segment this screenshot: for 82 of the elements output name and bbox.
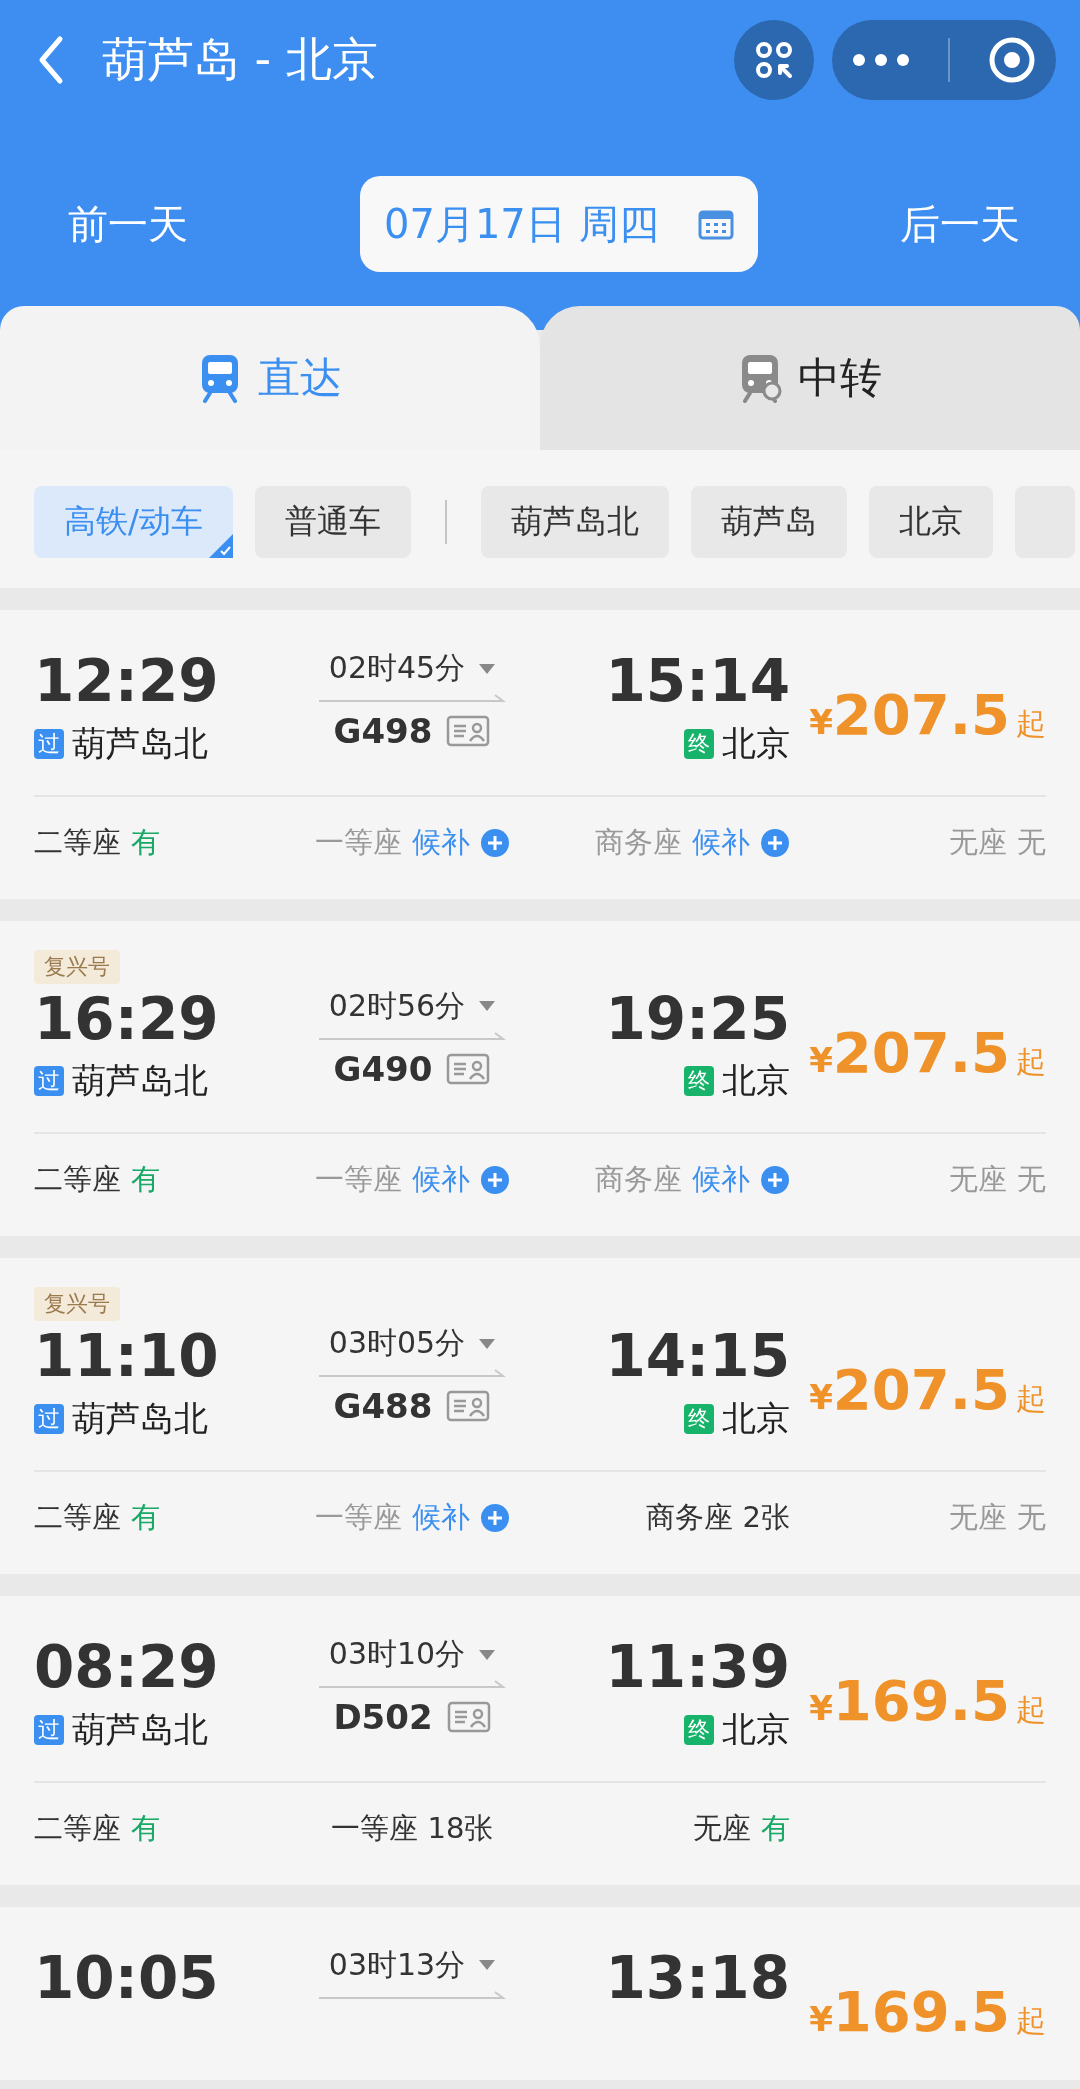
- train-tag: 复兴号: [34, 949, 120, 984]
- departure-station: 葫芦岛北: [72, 721, 208, 765]
- seat-availability: 二等座 有: [34, 1161, 161, 1199]
- duration[interactable]: 03时10分: [328, 1634, 496, 1676]
- seat-availability: 一等座 候补: [314, 822, 510, 863]
- caret-icon: [479, 663, 496, 674]
- plus-icon[interactable]: [760, 827, 790, 858]
- terminal-badge: 终: [684, 1066, 714, 1097]
- price: ¥169.5 起: [808, 1978, 1046, 2044]
- scan-icon: [754, 40, 794, 80]
- departure-station: 葫芦岛北: [72, 1059, 208, 1103]
- duration[interactable]: 03时05分: [328, 1323, 496, 1365]
- departure-time: 16:29: [34, 985, 220, 1053]
- arrival-time: 19:25: [605, 985, 790, 1053]
- id-card-icon: [446, 1052, 491, 1085]
- duration[interactable]: 03时13分: [328, 1944, 496, 1986]
- terminal-badge: 终: [684, 728, 714, 759]
- train-number: G498: [333, 711, 433, 751]
- seat-availability: 商务座 候补: [595, 822, 790, 863]
- arrival-time: 14:15: [605, 1323, 790, 1391]
- more-icon[interactable]: [850, 53, 911, 67]
- departure-time: 12:29: [34, 648, 220, 715]
- caret-icon: [479, 1338, 496, 1349]
- seat-availability: 一等座 候补: [314, 1498, 510, 1539]
- filter-chip[interactable]: 葫芦岛: [690, 486, 847, 558]
- filter-chip[interactable]: 葫芦岛北: [480, 486, 669, 558]
- plus-icon[interactable]: [479, 1503, 510, 1534]
- caret-icon: [479, 1960, 496, 1971]
- seat-availability: 二等座 有: [34, 1499, 161, 1537]
- seat-availability: 一等座 候补: [314, 1160, 510, 1201]
- pass-badge: 过: [34, 1404, 64, 1435]
- seat-availability: 商务座 候补: [595, 1160, 790, 1201]
- filter-chip[interactable]: 北京: [868, 486, 993, 558]
- departure-station: 葫芦岛北: [72, 1397, 208, 1441]
- seat-availability: 无座 无: [949, 1499, 1046, 1537]
- pass-badge: 过: [34, 1066, 64, 1097]
- departure-station: 葫芦岛北: [72, 1707, 208, 1751]
- duration[interactable]: 02时56分: [328, 985, 496, 1027]
- departure-time: 11:10: [34, 1323, 220, 1391]
- arrival-time: 11:39: [605, 1634, 790, 1701]
- seat-availability: 一等座 18张: [330, 1809, 494, 1847]
- arrival-time: 13:18: [605, 1944, 790, 2012]
- seat-availability: 商务座 2张: [645, 1499, 790, 1537]
- price: ¥207.5 起: [808, 682, 1046, 747]
- duration[interactable]: 02时45分: [328, 648, 496, 689]
- plus-icon[interactable]: [479, 827, 510, 858]
- plus-icon[interactable]: [479, 1165, 510, 1196]
- seat-availability: 二等座 有: [34, 823, 161, 861]
- seat-availability: 无座 无: [949, 1161, 1046, 1199]
- price: ¥207.5 起: [808, 1019, 1046, 1085]
- train-number: G488: [333, 1386, 433, 1427]
- tab[interactable]: 中转: [540, 306, 1080, 450]
- pass-badge: 过: [34, 728, 64, 759]
- page-title: 葫芦岛 - 北京: [102, 31, 378, 88]
- arrival-station: 北京: [722, 721, 790, 765]
- train-tag: 复兴号: [34, 1287, 120, 1322]
- seat-availability: 无座 无: [949, 823, 1046, 861]
- filter-chip[interactable]: 普通车: [254, 486, 411, 558]
- price: ¥169.5 起: [808, 1668, 1046, 1734]
- arrival-station: 北京: [722, 1059, 790, 1103]
- caret-icon: [479, 1001, 496, 1012]
- arrival-station: 北京: [722, 1397, 790, 1441]
- id-card-icon: [446, 1701, 491, 1734]
- train-number: D502: [333, 1697, 433, 1738]
- price: ¥207.5 起: [808, 1357, 1046, 1423]
- caret-icon: [479, 1649, 496, 1660]
- id-card-icon: [446, 1390, 491, 1423]
- arrival-station: 北京: [722, 1707, 790, 1751]
- pass-badge: 过: [34, 1714, 64, 1745]
- departure-time: 08:29: [34, 1634, 220, 1701]
- calendar-icon: [698, 208, 734, 240]
- seat-availability: 无座 有: [693, 1809, 790, 1847]
- departure-time: 10:05: [34, 1944, 220, 2012]
- terminal-badge: 终: [684, 1714, 714, 1745]
- train-card[interactable]: 10:05 03时13分 13:18 ¥169.5 起: [0, 1906, 1080, 2080]
- terminal-badge: 终: [684, 1404, 714, 1435]
- check-corner-icon: [208, 534, 233, 558]
- train-number: G490: [333, 1048, 433, 1089]
- id-card-icon: [446, 715, 491, 747]
- plus-icon[interactable]: [760, 1165, 790, 1196]
- seat-availability: 二等座 有: [34, 1809, 161, 1847]
- arrival-time: 15:14: [605, 648, 790, 715]
